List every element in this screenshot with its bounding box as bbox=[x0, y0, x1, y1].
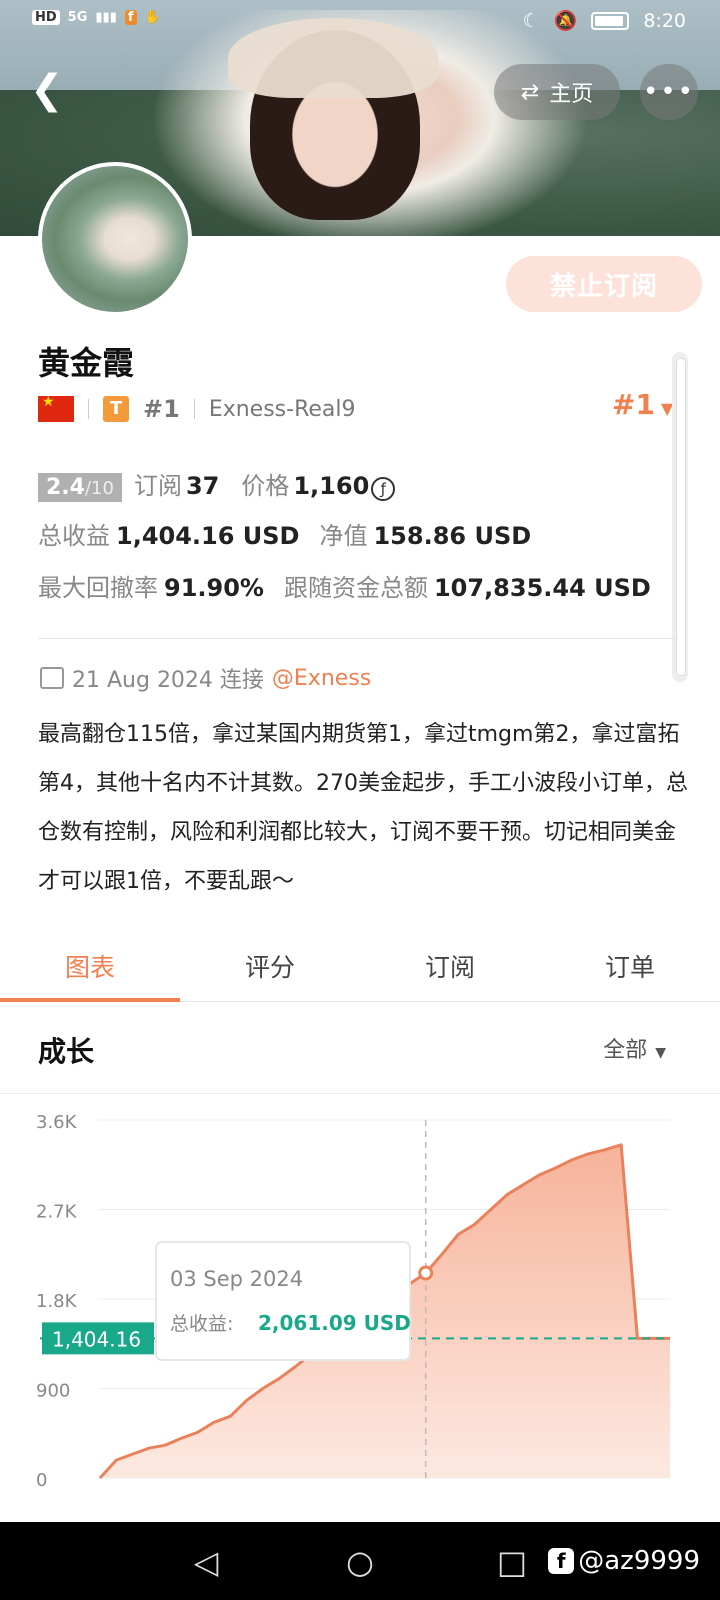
tab-chart[interactable]: 图表 bbox=[0, 930, 180, 1002]
coin-icon: ƒ bbox=[371, 477, 396, 501]
stats-row-1: 2.4/10 订阅 37 价格 1,160 ƒ bbox=[38, 466, 396, 502]
status-right: ☾ 🔕 8:20 bbox=[522, 9, 686, 33]
chevron-left-icon: ❮ bbox=[30, 67, 64, 113]
price-value: 1,160 bbox=[293, 472, 370, 500]
tooltip-date: 03 Sep 2024 bbox=[170, 1267, 303, 1291]
connected-since: 21 Aug 2024 连接 @Exness bbox=[40, 662, 371, 694]
follow-label: 跟随资金总额 bbox=[283, 574, 428, 602]
subs-value: 37 bbox=[185, 472, 220, 500]
follow-value: 107,835.44 USD bbox=[433, 574, 651, 602]
more-button[interactable]: ••• bbox=[640, 64, 698, 120]
bio-text: 最高翻仓115倍，拿过某国内期货第1，拿过tmgm第2，拿过富拓第4，其他十名内… bbox=[38, 722, 688, 894]
avatar[interactable] bbox=[38, 162, 192, 316]
tab-bar: 图表 评分 订阅 订单 bbox=[0, 930, 720, 1002]
swap-icon: ⇄ bbox=[520, 79, 540, 105]
subscribe-button[interactable]: 禁止订阅 bbox=[506, 256, 702, 312]
moon-icon: ☾ bbox=[522, 9, 540, 32]
battery-icon bbox=[591, 11, 630, 30]
meta-row: T #1 Exness-Real9 bbox=[38, 392, 356, 426]
watermark: f @az9999 bbox=[548, 1546, 700, 1576]
nav-home-icon[interactable]: ○ bbox=[342, 1544, 378, 1580]
divider bbox=[88, 399, 89, 419]
y-tick-label: 1.8K bbox=[36, 1291, 78, 1312]
score-value: 2.4 bbox=[46, 475, 85, 500]
drawdown-value: 91.90% bbox=[164, 574, 264, 602]
y-tick-label: 3.6K bbox=[36, 1112, 78, 1133]
trader-name: 黄金霞 bbox=[38, 344, 135, 382]
tooltip-value: 2,061.09 USD bbox=[258, 1311, 411, 1335]
app-notification-icon: f bbox=[124, 10, 137, 25]
nav-back-icon[interactable]: ◁ bbox=[188, 1544, 224, 1580]
tooltip-box bbox=[155, 1241, 411, 1361]
calendar-icon bbox=[40, 667, 64, 689]
tab-orders[interactable]: 订单 bbox=[540, 930, 720, 1001]
rank-dropdown[interactable]: #1 ▼ bbox=[612, 388, 673, 421]
drawdown-label: 最大回撤率 bbox=[38, 574, 158, 602]
rank-dropdown-label: #1 bbox=[612, 388, 655, 421]
y-tick-label: 900 bbox=[36, 1381, 70, 1402]
y-tick-label: 2.7K bbox=[36, 1202, 78, 1223]
tab-subscriptions[interactable]: 订阅 bbox=[360, 930, 540, 1001]
system-nav-bar: ◁ ○ □ f @az9999 bbox=[0, 1522, 720, 1600]
growth-chart[interactable]: 3.6K 2.7K 1.8K 900 0 1,404.16 03 Sep 2024 总收益: 2… bbox=[0, 1094, 720, 1522]
tab-rating[interactable]: 评分 bbox=[180, 930, 360, 1001]
status-bar: HD 5G ▮▮▮ f ✋ ☾ 🔕 8:20 bbox=[0, 0, 720, 44]
mute-bell-icon: 🔕 bbox=[553, 10, 578, 32]
equity-label: 净值 bbox=[319, 522, 368, 550]
server-name: Exness-Real9 bbox=[208, 396, 356, 422]
broker-link[interactable]: @Exness bbox=[272, 666, 371, 691]
tooltip-label: 总收益: bbox=[170, 1313, 233, 1335]
profit-value: 1,404.16 USD bbox=[116, 522, 300, 550]
current-profit-label: 1,404.16 bbox=[52, 1327, 141, 1351]
period-dropdown[interactable]: 全部 ▼ bbox=[603, 1032, 666, 1064]
growth-header: 成长 全部 ▼ bbox=[0, 1002, 720, 1094]
stats-row-2: 总收益 1,404.16 USD 净值 158.86 USD bbox=[38, 516, 531, 551]
section-title: 成长 bbox=[38, 1035, 95, 1068]
scrollbar[interactable] bbox=[672, 352, 688, 682]
status-left: HD 5G ▮▮▮ f ✋ bbox=[32, 10, 161, 25]
hd-badge: HD bbox=[32, 10, 60, 25]
period-label: 全部 bbox=[603, 1038, 648, 1063]
profit-label: 总收益 bbox=[38, 522, 110, 550]
triangle-down-icon: ▼ bbox=[655, 1045, 666, 1061]
home-button[interactable]: ⇄ 主页 bbox=[494, 64, 620, 120]
facebook-icon: f bbox=[548, 1548, 575, 1574]
since-date: 21 Aug 2024 连接 bbox=[72, 668, 264, 693]
score-badge: 2.4/10 bbox=[38, 473, 122, 502]
score-max: /10 bbox=[84, 478, 114, 499]
hand-icon: ✋ bbox=[144, 10, 161, 25]
clock: 8:20 bbox=[643, 9, 686, 32]
nav-recents-icon[interactable]: □ bbox=[494, 1544, 530, 1580]
subs-label: 订阅 bbox=[133, 472, 182, 500]
china-flag-icon bbox=[38, 394, 74, 422]
section-divider bbox=[38, 638, 678, 639]
network-label: 5G bbox=[67, 10, 88, 25]
y-tick-label: 0 bbox=[36, 1470, 47, 1491]
rank-label: #1 bbox=[143, 395, 180, 423]
equity-value: 158.86 USD bbox=[373, 522, 532, 550]
watermark-text: @az9999 bbox=[578, 1546, 700, 1576]
tier-badge: T bbox=[103, 396, 129, 422]
signal-icon: ▮▮▮ bbox=[95, 10, 117, 25]
home-label: 主页 bbox=[549, 82, 594, 107]
divider bbox=[193, 399, 195, 419]
more-icon: ••• bbox=[642, 77, 695, 107]
stats-row-3: 最大回撤率 91.90% 跟随资金总额 107,835.44 USD bbox=[38, 568, 651, 603]
back-button[interactable]: ❮ bbox=[30, 66, 80, 116]
highlight-point bbox=[418, 1265, 434, 1281]
price-label: 价格 bbox=[241, 472, 290, 500]
